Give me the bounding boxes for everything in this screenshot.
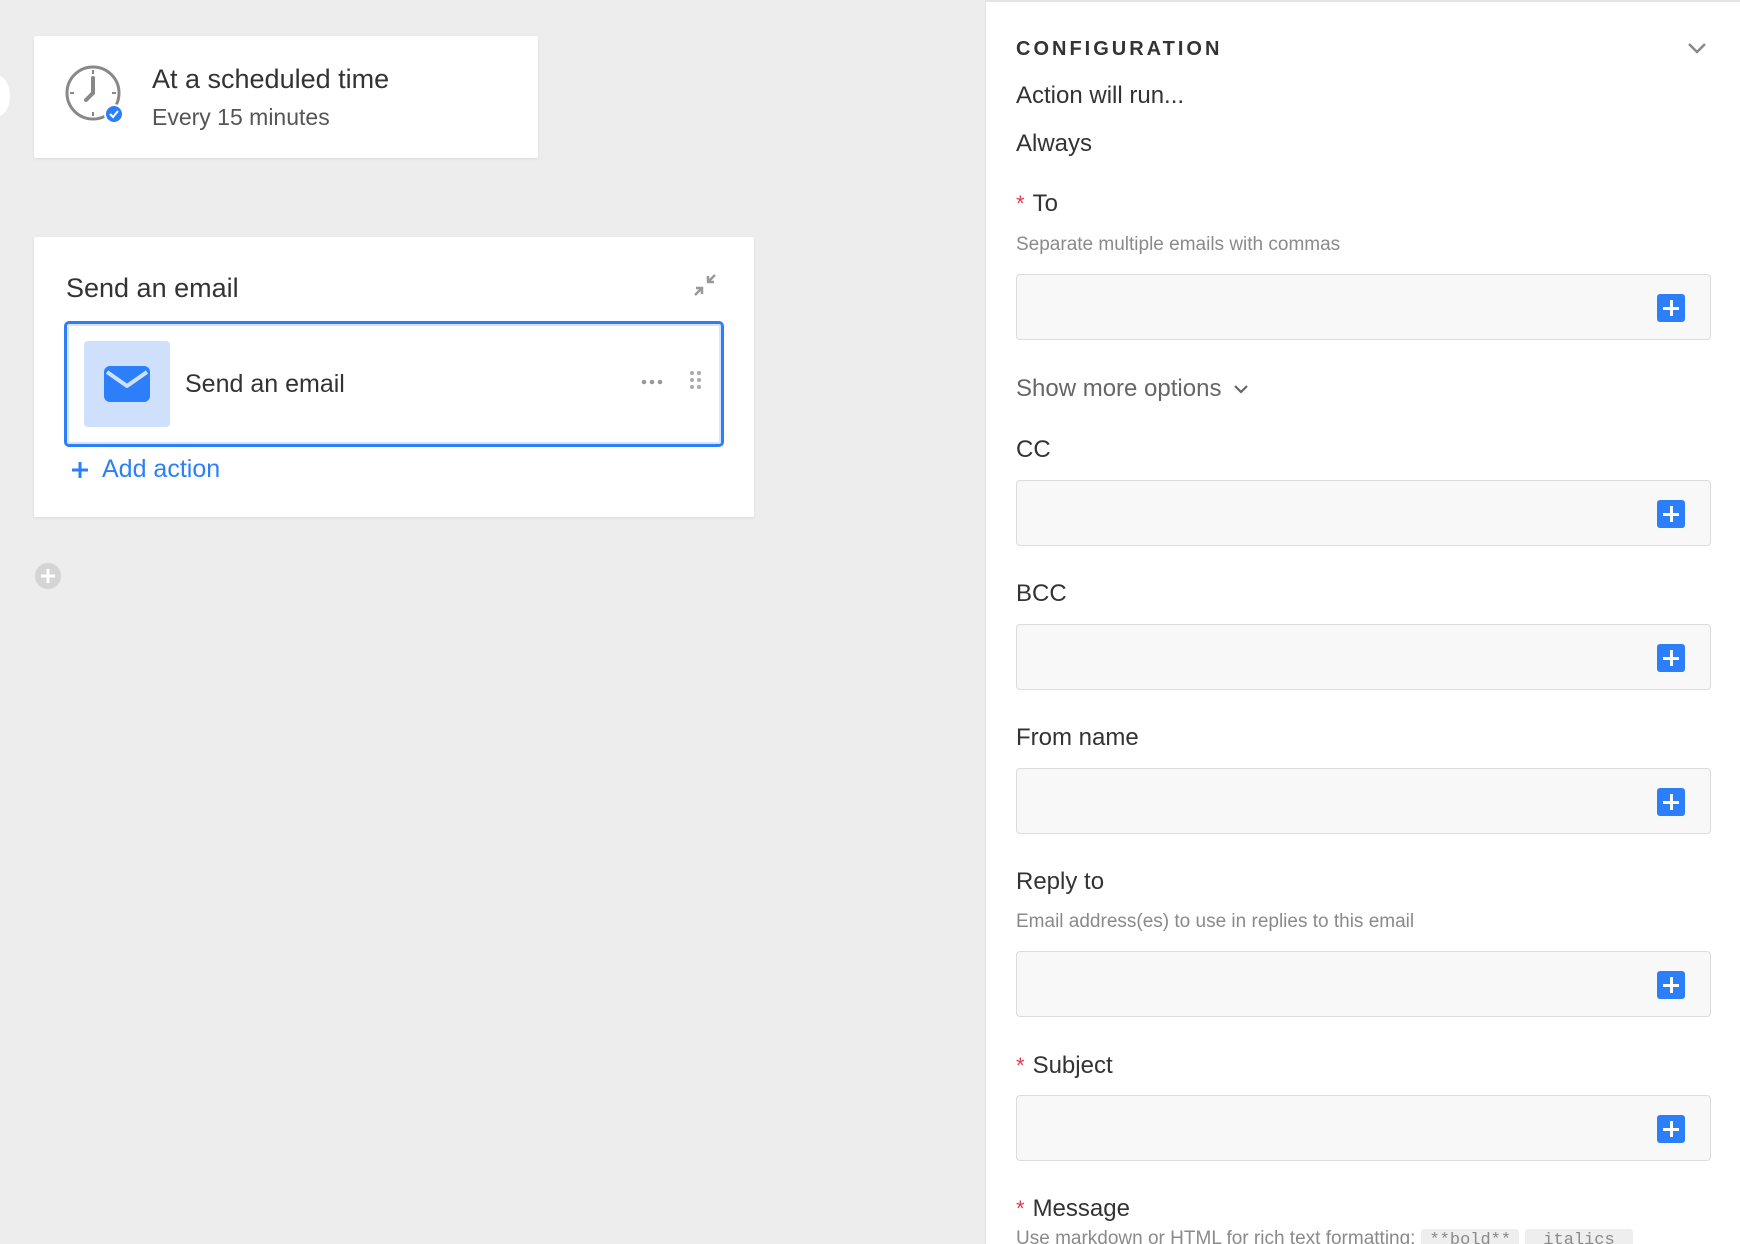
to-label: * To bbox=[1016, 190, 1058, 217]
panel-header: CONFIGURATION bbox=[1016, 38, 1223, 60]
message-help: Use markdown or HTML for rich text forma… bbox=[1016, 1228, 1633, 1244]
to-field[interactable] bbox=[1016, 274, 1711, 340]
add-step-icon[interactable] bbox=[34, 562, 62, 590]
run-condition-value[interactable]: Always bbox=[1016, 130, 1092, 158]
configuration-panel: CONFIGURATION Action will run... Always … bbox=[985, 0, 1740, 1244]
chevron-down-icon bbox=[1234, 385, 1249, 394]
insert-field-icon[interactable] bbox=[1657, 294, 1685, 322]
to-help: Separate multiple emails with commas bbox=[1016, 234, 1341, 255]
plus-icon bbox=[72, 461, 88, 478]
collapse-icon[interactable] bbox=[692, 272, 718, 298]
subject-label: * Subject bbox=[1016, 1052, 1113, 1079]
insert-field-icon[interactable] bbox=[1657, 500, 1685, 528]
clock-icon bbox=[64, 64, 126, 126]
reply-to-label: Reply to bbox=[1016, 868, 1105, 895]
bcc-label: BCC bbox=[1016, 580, 1067, 607]
reply-to-help: Email address(es) to use in replies to t… bbox=[1016, 911, 1415, 932]
action-group-title: Send an email bbox=[66, 273, 239, 303]
trigger-title: At a scheduled time bbox=[152, 64, 390, 94]
subject-field[interactable] bbox=[1016, 1095, 1711, 1161]
message-label: * Message bbox=[1016, 1195, 1130, 1222]
cc-field[interactable] bbox=[1016, 480, 1711, 546]
bold-chip: **bold** bbox=[1421, 1229, 1520, 1244]
trigger-schedule: Every 15 minutes bbox=[152, 104, 330, 130]
required-marker: * bbox=[1016, 1196, 1025, 1221]
from-name-field[interactable] bbox=[1016, 768, 1711, 834]
add-action-button[interactable]: Add action bbox=[70, 455, 220, 484]
bcc-field[interactable] bbox=[1016, 624, 1711, 690]
from-name-label: From name bbox=[1016, 724, 1139, 751]
action-row-send-email[interactable]: Send an email bbox=[64, 321, 724, 447]
show-more-label: Show more options bbox=[1016, 375, 1222, 402]
required-marker: * bbox=[1016, 191, 1025, 216]
chevron-down-icon[interactable] bbox=[1686, 40, 1708, 56]
reply-to-field[interactable] bbox=[1016, 951, 1711, 1017]
italic-chip: _italics_ bbox=[1525, 1229, 1633, 1244]
required-marker: * bbox=[1016, 1053, 1025, 1078]
insert-field-icon[interactable] bbox=[1657, 1115, 1685, 1143]
show-more-options-button[interactable]: Show more options bbox=[1016, 375, 1249, 403]
run-condition-label: Action will run... bbox=[1016, 82, 1185, 109]
more-options-icon[interactable] bbox=[639, 375, 669, 389]
action-label: Send an email bbox=[185, 370, 345, 398]
canvas-edge-handle[interactable] bbox=[0, 75, 10, 117]
action-group-card: Send an email Send an email Add action bbox=[34, 237, 754, 517]
drag-handle-icon[interactable] bbox=[689, 370, 703, 394]
envelope-icon bbox=[84, 341, 170, 427]
add-action-label: Add action bbox=[102, 455, 221, 483]
cc-label: CC bbox=[1016, 436, 1051, 463]
trigger-card[interactable]: At a scheduled time Every 15 minutes bbox=[34, 36, 538, 158]
insert-field-icon[interactable] bbox=[1657, 644, 1685, 672]
insert-field-icon[interactable] bbox=[1657, 971, 1685, 999]
insert-field-icon[interactable] bbox=[1657, 788, 1685, 816]
workflow-canvas: At a scheduled time Every 15 minutes Sen… bbox=[0, 0, 985, 1244]
